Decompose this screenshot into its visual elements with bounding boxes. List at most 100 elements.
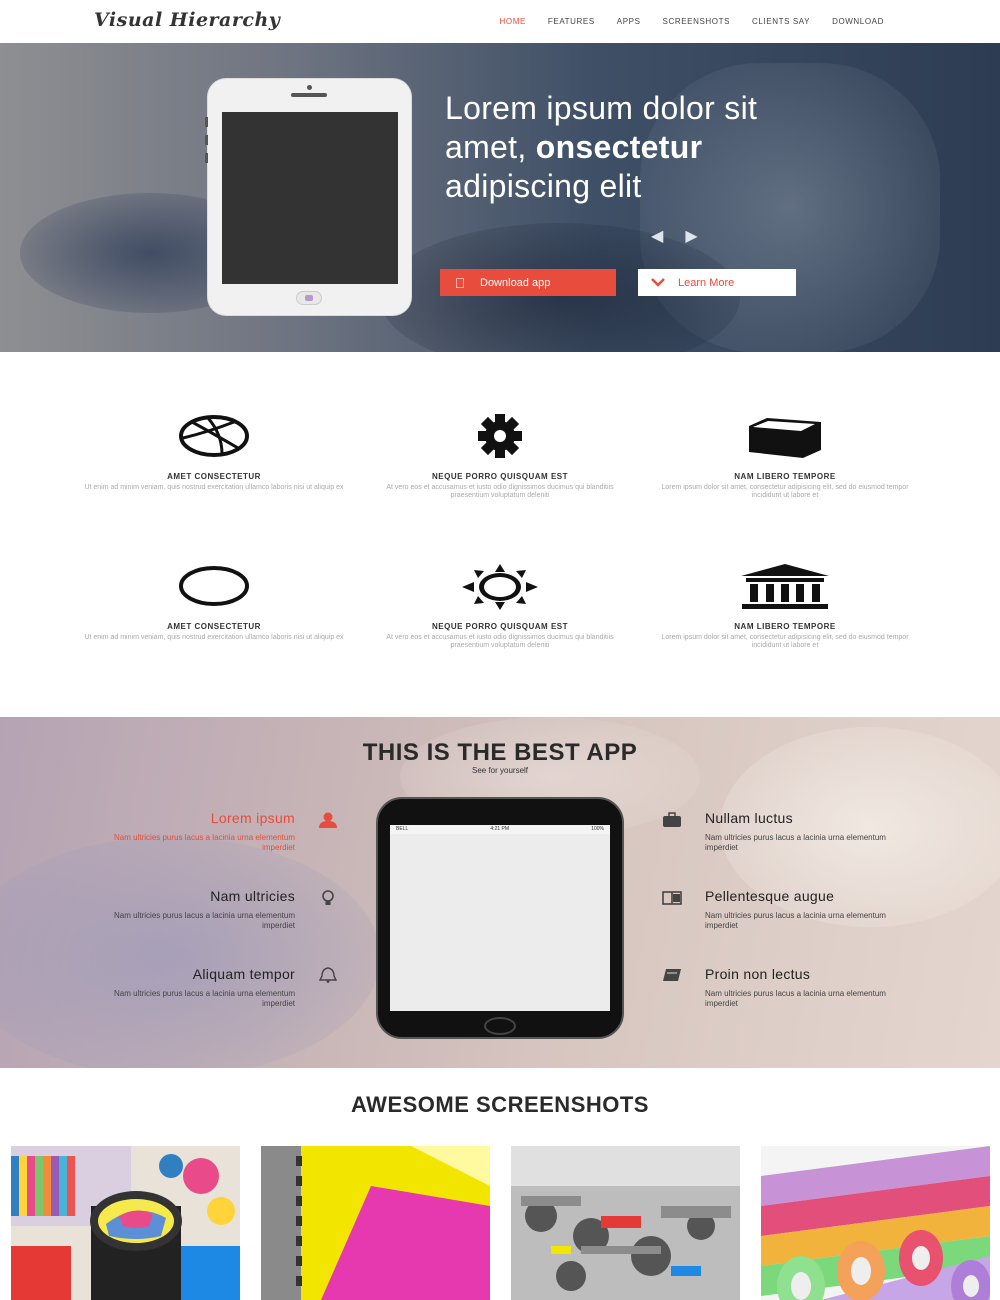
feature-item: AMET CONSECTETUR Ut enim ad minim veniam… <box>71 414 357 492</box>
chevron-down-icon <box>638 276 678 290</box>
download-app-button[interactable]:  Download app <box>440 269 616 296</box>
app-feature-title: Nullam luctus <box>705 810 793 826</box>
app-feature-item: Pellentesque augue Nam ultricies purus l… <box>705 888 920 931</box>
nav-item-home[interactable]: HOME <box>500 17 526 26</box>
feature-description: At vero eos et accusamus et iusto odio d… <box>386 634 614 649</box>
app-feature-description: Nam ultricies purus lacus a lacinia urna… <box>114 833 295 852</box>
bank-icon <box>741 564 829 609</box>
black-phone-mockup: BELL 4:21 PM 100% <box>376 797 624 1039</box>
status-carrier: BELL <box>396 826 409 832</box>
hero-headline-line: Lorem ipsum dolor sit <box>445 90 758 126</box>
screenshot-thumbnail[interactable] <box>761 1146 990 1300</box>
nav-item-apps[interactable]: APPS <box>617 17 641 26</box>
hero-banner: Lorem ipsum dolor sit amet, onsectetur a… <box>0 43 1000 352</box>
phone-side-button <box>205 117 208 127</box>
book-icon <box>663 969 681 981</box>
app-feature-item: Nam ultricies Nam ultricies purus lacus … <box>80 888 295 931</box>
best-app-section: THIS IS THE BEST APP See for yourself Lo… <box>0 717 1000 1068</box>
color-film-rolls-image <box>761 1146 990 1300</box>
user-icon <box>319 812 337 828</box>
app-feature-title: Nam ultricies <box>210 888 295 904</box>
gear-icon <box>478 414 522 458</box>
screenshot-thumbnail[interactable] <box>511 1146 740 1300</box>
download-app-label: Download app <box>480 276 551 289</box>
white-phone-mockup <box>205 79 411 315</box>
phone-side-button <box>205 135 208 145</box>
nav-item-features[interactable]: FEATURES <box>548 17 595 26</box>
feature-title: NAM LIBERO TEMPORE <box>734 472 836 481</box>
best-app-title: THIS IS THE BEST APP <box>362 739 638 766</box>
learn-more-button[interactable]: Learn More <box>638 269 796 296</box>
feature-title: AMET CONSECTETUR <box>167 472 261 481</box>
feature-description: Ut enim ad minim veniam, quis nostrud ex… <box>84 484 344 491</box>
feature-item: NAM LIBERO TEMPORE Lorem ipsum dolor sit… <box>642 414 928 500</box>
feature-title: AMET CONSECTETUR <box>167 622 261 631</box>
main-menu: HOME FEATURES APPS SCREENSHOTS CLIENTS S… <box>500 17 885 26</box>
app-feature-description: Nam ultricies purus lacus a lacinia urna… <box>114 911 295 930</box>
circle-icon <box>179 566 249 606</box>
feature-description: Lorem ipsum dolor sit amet, consectetur … <box>661 634 909 649</box>
phone-home-button <box>484 1017 516 1035</box>
top-navbar: Visual Hierarchy HOME FEATURES APPS SCRE… <box>0 0 1000 43</box>
lightbulb-icon <box>322 890 334 905</box>
book-open-icon <box>662 891 682 905</box>
feature-item: NEQUE PORRO QUISQUAM EST At vero eos et … <box>357 414 643 500</box>
learn-more-label: Learn More <box>678 276 735 289</box>
phone-speaker <box>291 93 327 97</box>
nav-item-clients-say[interactable]: CLIENTS SAY <box>752 17 810 26</box>
nav-item-download[interactable]: DOWNLOAD <box>832 17 884 26</box>
app-feature-description: Nam ultricies purus lacus a lacinia urna… <box>705 833 886 852</box>
app-feature-item: Aliquam tempor Nam ultricies purus lacus… <box>80 966 295 1009</box>
apple-icon:  <box>440 275 480 291</box>
app-feature-item: Proin non lectus Nam ultricies purus lac… <box>705 966 920 1009</box>
printing-machine-image <box>511 1146 740 1300</box>
feature-description: Lorem ipsum dolor sit amet, consectetur … <box>661 484 909 499</box>
app-feature-title: Lorem ipsum <box>210 810 295 826</box>
feature-item: NAM LIBERO TEMPORE Lorem ipsum dolor sit… <box>642 564 928 650</box>
dribbble-icon <box>179 415 249 457</box>
slider-prev-arrow-icon[interactable]: ◀ <box>651 228 685 245</box>
app-feature-title: Pellentesque augue <box>705 888 835 904</box>
cube-icon <box>749 418 821 458</box>
app-feature-description: Nam ultricies purus lacus a lacinia urna… <box>705 911 886 930</box>
bell-icon <box>318 967 338 983</box>
screenshot-thumbnail[interactable] <box>11 1146 240 1300</box>
feature-title: NAM LIBERO TEMPORE <box>734 622 836 631</box>
phone-camera <box>307 85 312 90</box>
nav-item-screenshots[interactable]: SCREENSHOTS <box>663 17 731 26</box>
best-background-shade <box>0 837 380 1068</box>
app-feature-item: Lorem ipsum Nam ultricies purus lacus a … <box>80 810 295 853</box>
hero-headline-line: adipiscing elit <box>445 168 642 204</box>
best-app-subtitle: See for yourself <box>471 766 529 775</box>
sun-icon <box>462 564 538 610</box>
feature-description: Ut enim ad minim veniam, quis nostrud ex… <box>84 634 344 641</box>
phone-screen <box>222 112 398 284</box>
screenshot-thumbnail[interactable] <box>261 1146 490 1300</box>
color-swatch-loupe-image <box>11 1146 240 1300</box>
site-logo[interactable]: Visual Hierarchy <box>94 9 280 31</box>
feature-item: AMET CONSECTETUR Ut enim ad minim veniam… <box>71 564 357 642</box>
feature-title: NEQUE PORRO QUISQUAM EST <box>431 622 568 631</box>
slider-next-arrow-icon[interactable]: ▶ <box>685 228 719 245</box>
feature-title: NEQUE PORRO QUISQUAM EST <box>431 472 568 481</box>
phone-status-bar: BELL 4:21 PM 100% <box>390 825 610 834</box>
app-feature-title: Aliquam tempor <box>192 966 295 982</box>
printing-rollers-image <box>261 1146 490 1300</box>
screenshots-title: AWESOME SCREENSHOTS <box>351 1092 649 1117</box>
phone-side-button <box>205 153 208 163</box>
status-time: 4:21 PM <box>490 826 510 832</box>
app-feature-title: Proin non lectus <box>705 966 811 982</box>
slider-arrows[interactable]: ◀▶ <box>651 226 720 246</box>
hero-headline-line: amet, onsectetur <box>445 128 965 167</box>
phone-home-button <box>296 291 322 305</box>
hero-headline: Lorem ipsum dolor sit amet, onsectetur a… <box>445 89 965 206</box>
app-feature-description: Nam ultricies purus lacus a lacinia urna… <box>114 989 295 1008</box>
features-section: AMET CONSECTETUR Ut enim ad minim veniam… <box>0 352 1000 717</box>
phone-screen <box>390 825 610 1011</box>
hero-headline-bold: onsectetur <box>535 129 703 165</box>
app-feature-item: Nullam luctus Nam ultricies purus lacus … <box>705 810 920 853</box>
feature-description: At vero eos et accusamus et iusto odio d… <box>386 484 614 499</box>
status-battery: 100% <box>591 826 604 832</box>
app-feature-description: Nam ultricies purus lacus a lacinia urna… <box>705 989 886 1008</box>
feature-item: NEQUE PORRO QUISQUAM EST At vero eos et … <box>357 564 643 650</box>
